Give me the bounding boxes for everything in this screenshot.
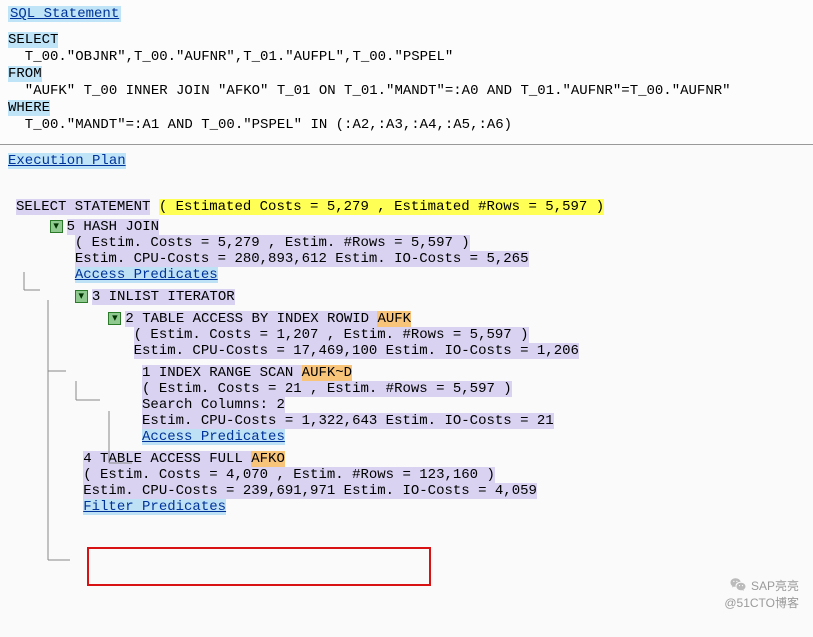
plan-header: Execution Plan [8,153,126,169]
node2-l2: Estim. CPU-Costs = 17,469,100 Estim. IO-… [134,343,579,359]
node1-title[interactable]: 1 INDEX RANGE SCAN [142,365,302,381]
node1-index: AUFK~D [302,365,352,381]
sql-section: SQL Statement SELECT T_00."OBJNR",T_00."… [0,0,813,145]
node4-table: AFKO [251,451,285,467]
node1-link[interactable]: Access Predicates [142,429,285,445]
node4-title[interactable]: 4 TABLE ACCESS FULL [83,451,251,467]
sql-line-cols: T_00."OBJNR",T_00."AUFNR",T_01."AUFPL",T… [8,49,805,66]
node3-title[interactable]: 3 INLIST ITERATOR [92,289,235,305]
plan-section: Execution Plan SELECT STATEMENT ( Estima… [0,145,813,523]
node1-l2: Search Columns: 2 [142,397,285,413]
sql-line-where: T_00."MANDT"=:A1 AND T_00."PSPEL" IN (:A… [8,117,805,134]
node2-l1: ( Estim. Costs = 1,207 , Estim. #Rows = … [134,327,529,343]
sql-line-from: "AUFK" T_00 INNER JOIN "AFKO" T_01 ON T_… [8,83,805,100]
execution-tree: SELECT STATEMENT ( Estimated Costs = 5,2… [8,199,805,515]
sql-kw-select: SELECT [8,32,58,48]
node2-title[interactable]: 2 TABLE ACCESS BY INDEX ROWID [125,311,377,327]
node4-link[interactable]: Filter Predicates [83,499,226,515]
node5-title[interactable]: 5 HASH JOIN [67,219,159,235]
watermark-l1: SAP亮亮 [751,577,799,594]
toggle-icon[interactable]: ▾ [108,312,121,325]
tree-root[interactable]: SELECT STATEMENT ( Estimated Costs = 5,2… [16,199,805,215]
wechat-icon [729,576,747,594]
root-est: ( Estimated Costs = 5,279 , Estimated #R… [159,199,604,215]
node2-table: AUFK [377,311,411,327]
watermark: SAP亮亮 @51CTO博客 [724,576,799,611]
node5-link[interactable]: Access Predicates [75,267,218,283]
toggle-icon[interactable]: ▾ [50,220,63,233]
node5-l1: ( Estim. Costs = 5,279 , Estim. #Rows = … [75,235,470,251]
watermark-l2: @51CTO博客 [724,594,799,611]
sql-kw-from: FROM [8,66,42,82]
node1-l1: ( Estim. Costs = 21 , Estim. #Rows = 5,5… [142,381,512,397]
root-label: SELECT STATEMENT [16,199,150,215]
sql-block: SELECT T_00."OBJNR",T_00."AUFNR",T_01."A… [8,32,805,134]
node4-l2: Estim. CPU-Costs = 239,691,971 Estim. IO… [83,483,537,499]
node5-l2: Estim. CPU-Costs = 280,893,612 Estim. IO… [75,251,529,267]
toggle-icon[interactable]: ▾ [75,290,88,303]
sql-kw-where: WHERE [8,100,50,116]
node4-l1: ( Estim. Costs = 4,070 , Estim. #Rows = … [83,467,495,483]
highlight-box [87,547,431,586]
sql-header: SQL Statement [8,6,121,22]
node1-l3: Estim. CPU-Costs = 1,322,643 Estim. IO-C… [142,413,554,429]
